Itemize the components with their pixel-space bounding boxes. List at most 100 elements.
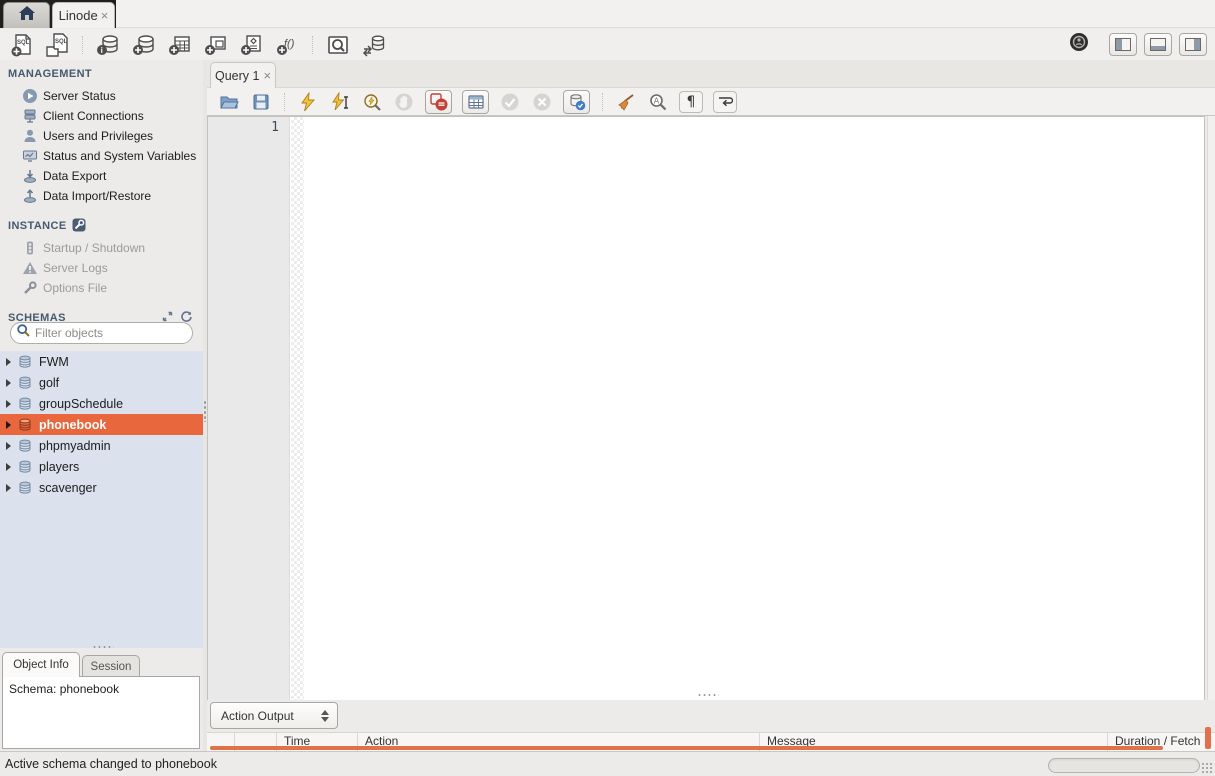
schema-filter-input[interactable] [35,326,175,340]
editor-vscrollbar[interactable] [1207,116,1215,750]
resize-grip[interactable] [1201,762,1213,774]
tab-object-info[interactable]: Object Info [2,652,80,677]
open-sql-script-icon[interactable]: SQL [44,31,71,58]
client-connections-icon [21,108,38,125]
schema-row-scavenger[interactable]: scavenger [0,477,203,498]
status-bar: Active schema changed to phonebook [0,751,1215,776]
output-vscrollbar-thumb[interactable] [1205,727,1211,749]
line-number-gutter: 1 [208,117,290,749]
close-icon[interactable]: × [101,9,109,22]
create-procedure-icon[interactable] [238,31,265,58]
tab-query-1[interactable]: Query 1 × [210,62,276,88]
output-type-select[interactable]: Action Output [210,702,338,729]
toggle-wrap-button[interactable] [713,91,737,113]
window-tab-strip: Linode × [0,0,1215,28]
toolbar-separator [82,36,83,54]
expander-icon[interactable] [6,379,11,387]
sidebar-item-system-variables[interactable]: Status and System Variables [0,146,203,166]
schema-row-phpmyadmin[interactable]: phpmyadmin [0,435,203,456]
navigator-sidebar: MANAGEMENT Server Status Client Connecti… [0,60,203,751]
connection-tab-label: Linode [59,8,98,23]
execute-all-icon[interactable] [297,91,319,113]
home-tab[interactable] [3,2,50,28]
sidebar-item-users-privileges[interactable]: Users and Privileges [0,126,203,146]
tab-session[interactable]: Session [82,655,140,677]
toggle-bottom-panel-button[interactable] [1144,33,1172,56]
schema-filter[interactable] [10,322,193,344]
sidebar-item-data-export[interactable]: Data Export [0,166,203,186]
output-hscrollbar-thumb[interactable] [210,746,1163,750]
svg-text:i: i [100,46,102,55]
reconnect-dbms-icon[interactable] [360,31,387,58]
server-status-icon [21,88,38,105]
schema-row-phonebook[interactable]: phonebook [0,414,203,435]
expander-icon[interactable] [6,358,11,366]
schema-row-players[interactable]: players [0,456,203,477]
stop-icon[interactable] [393,91,415,113]
svg-text:A: A [654,96,660,105]
schema-row-fwm[interactable]: FWM [0,351,203,372]
open-file-icon[interactable] [218,91,240,113]
sidebar-item-data-import[interactable]: Data Import/Restore [0,186,203,206]
output-selector-bar: Action Output [207,700,1215,732]
wrench-badge-icon [72,218,86,235]
progress-placeholder [1048,758,1200,773]
close-icon[interactable]: × [263,69,271,82]
system-variables-icon [21,148,38,165]
toolbar-separator [284,93,285,111]
sidebar-splitter-handle[interactable] [92,645,114,649]
mysql-workbench-window: Linode × SQL SQL i f() MANAGEMENT [0,0,1215,776]
expander-icon[interactable] [6,463,11,471]
schema-row-golf[interactable]: golf [0,372,203,393]
expander-icon[interactable] [6,484,11,492]
search-table-data-icon[interactable] [324,31,351,58]
connection-tab[interactable]: Linode × [52,2,115,28]
create-function-icon[interactable]: f() [274,31,301,58]
sidebar-item-server-status[interactable]: Server Status [0,86,203,106]
toolbar-separator [312,36,313,54]
editor-output-splitter[interactable] [207,690,1215,700]
schema-row-groupschedule[interactable]: groupSchedule [0,393,203,414]
execute-current-icon[interactable] [329,91,351,113]
status-message: Active schema changed to phonebook [5,757,217,771]
sidebar-item-server-logs[interactable]: Server Logs [0,258,203,278]
rollback-icon[interactable] [531,91,553,113]
sidebar-item-startup-shutdown[interactable]: Startup / Shutdown [0,238,203,258]
create-view-icon[interactable] [202,31,229,58]
expander-icon[interactable] [6,421,11,429]
commit-icon[interactable] [499,91,521,113]
toggle-autocommit-button[interactable] [563,90,590,114]
toggle-left-panel-button[interactable] [1109,33,1137,56]
save-icon[interactable] [250,91,272,113]
new-sql-editor-icon[interactable]: SQL [8,31,35,58]
import-icon [21,188,38,205]
toggle-right-panel-button[interactable] [1179,33,1207,56]
toggle-invisibles-button[interactable]: ¶ [679,91,703,113]
object-info-tabbar: Object Info Session [0,651,203,677]
explain-icon[interactable] [361,91,383,113]
wrench-icon [21,280,38,297]
toggle-stop-on-error-button[interactable] [425,90,452,114]
create-schema-icon[interactable] [130,31,157,58]
find-icon[interactable]: A [647,91,669,113]
expander-icon[interactable] [6,400,11,408]
code-folding-strip [291,117,304,749]
home-icon [18,5,36,26]
sidebar-item-client-connections[interactable]: Client Connections [0,106,203,126]
sql-editor[interactable]: 1 [207,116,1205,750]
limit-rows-button[interactable] [462,90,489,114]
create-table-icon[interactable] [166,31,193,58]
database-icon [18,460,32,474]
splitter-handle[interactable] [697,693,719,697]
database-info-icon[interactable]: i [94,31,121,58]
database-icon [18,418,32,432]
gauge-icon [1068,31,1090,58]
expander-icon[interactable] [6,442,11,450]
query-tab-bar: Query 1 × [207,60,1215,88]
export-icon [21,168,38,185]
sidebar-item-options-file[interactable]: Options File [0,278,203,298]
beautify-icon[interactable] [615,91,637,113]
main-toolbar: SQL SQL i f() [0,29,1215,60]
traffic-light-icon [21,240,38,257]
database-icon [18,397,32,411]
